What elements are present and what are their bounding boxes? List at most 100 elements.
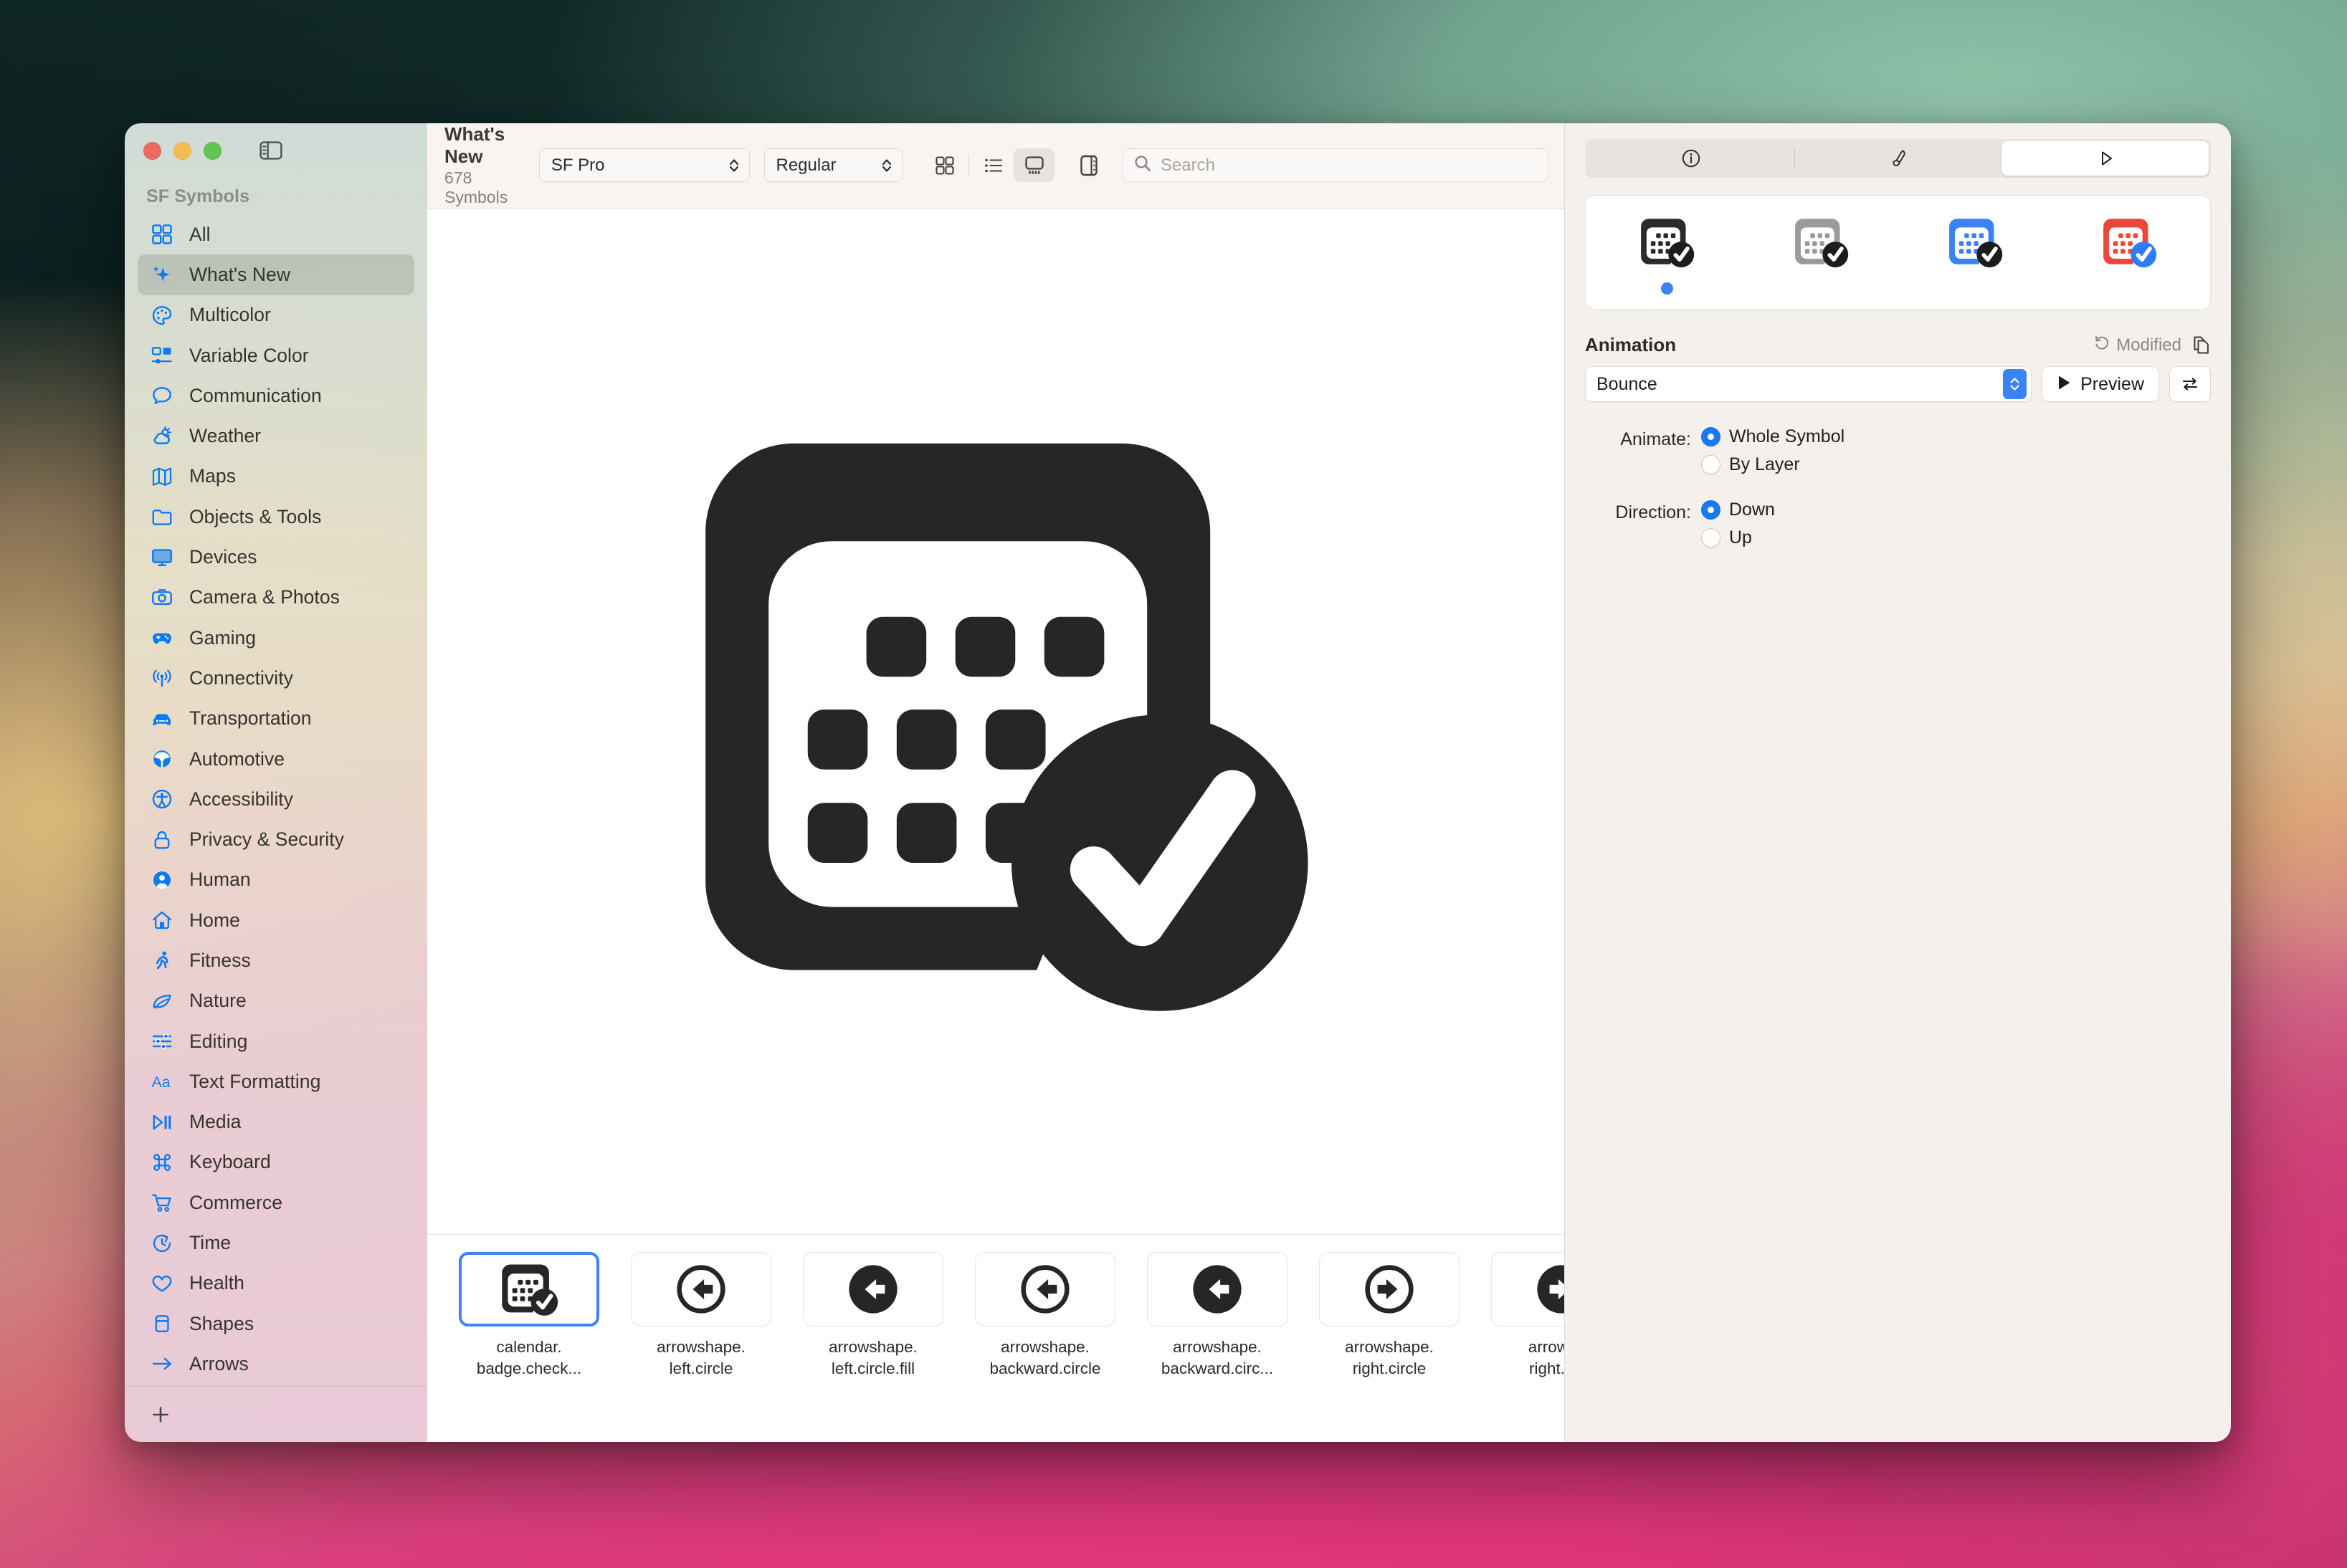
sidebar-item-home[interactable]: Home [138, 900, 414, 940]
sidebar-item-maps[interactable]: Maps [138, 456, 414, 497]
repeat-icon[interactable] [2169, 366, 2211, 402]
arrowshape-right-circle-fill-icon[interactable] [1491, 1252, 1564, 1326]
sidebar-item-camera-photos[interactable]: Camera & Photos [138, 578, 414, 618]
sidebar-item-human[interactable]: Human [138, 860, 414, 900]
copy-icon[interactable] [2191, 335, 2211, 355]
sidebar-item-time[interactable]: Time [138, 1223, 414, 1263]
tab-info[interactable] [1587, 141, 1795, 176]
window-titlebar [125, 123, 427, 178]
tab-annotate[interactable] [1794, 141, 2001, 176]
animation-preset-value: Bounce [1596, 373, 1657, 394]
direction-option[interactable]: Up [1701, 527, 1775, 548]
grid-view-button[interactable] [924, 148, 965, 182]
sidebar-item-weather[interactable]: Weather [138, 416, 414, 456]
arrowshape-backward-circle-icon[interactable] [975, 1252, 1115, 1326]
sidebar-item-label: Transportation [189, 707, 312, 730]
sidebar-item-what-s-new[interactable]: What's New [138, 254, 414, 295]
toolbar-title-block: What's New 678 Symbols [444, 123, 539, 208]
symbol-cell[interactable]: arrowshape. left.circle [615, 1252, 787, 1380]
radio-button[interactable] [1701, 500, 1720, 520]
symbol-browser-strip[interactable]: calendar. badge.check... arrowshape. left… [427, 1234, 1564, 1442]
arrowshape-right-circle-icon[interactable] [1319, 1252, 1460, 1326]
palette-icon [149, 305, 175, 326]
view-mode-segment [924, 148, 1055, 183]
radio-button[interactable] [1701, 455, 1720, 474]
sidebar-item-accessibility[interactable]: Accessibility [138, 779, 414, 819]
main-content: What's New 678 Symbols SF Pro Regular Se… [427, 123, 1564, 1442]
sidebar-item-fitness[interactable]: Fitness [138, 940, 414, 980]
sidebar-item-devices[interactable]: Devices [138, 537, 414, 577]
sf-symbols-window: SF Symbols All What's New Multicolor Variab… [125, 123, 2231, 1442]
animation-preset-select[interactable]: Bounce [1585, 366, 2032, 402]
symbol-cell[interactable]: arrowshape. left.circle.fill [787, 1252, 959, 1380]
animate-label: Animate: [1620, 429, 1691, 449]
arrowshape-left-circle-fill-icon[interactable] [803, 1252, 943, 1326]
search-icon [1133, 154, 1152, 176]
sidebar-item-keyboard[interactable]: Keyboard [138, 1142, 414, 1182]
page-title: What's New [444, 123, 505, 167]
sidebar-item-nature[interactable]: Nature [138, 981, 414, 1021]
search-placeholder: Search [1160, 155, 1215, 175]
symbol-cell[interactable]: calendar. badge.check... [443, 1252, 615, 1380]
animate-option[interactable]: Whole Symbol [1701, 426, 1844, 447]
variant-hierarchical[interactable] [1744, 196, 1898, 309]
sidebar-item-label: Objects & Tools [189, 505, 322, 527]
symbol-cell[interactable]: arrowshape. right.circle [1303, 1252, 1475, 1380]
symbol-cell[interactable]: arrowshape. backward.circle [959, 1252, 1131, 1380]
sidebar-item-gaming[interactable]: Gaming [138, 618, 414, 658]
symbol-name-label: arrowshape. backward.circ... [1161, 1338, 1274, 1377]
calendar-badge-checkmark-icon[interactable] [459, 1252, 599, 1326]
arrowshape-backward-circle-fill-icon[interactable] [1147, 1252, 1287, 1326]
sidebar-item-label: Arrows [189, 1352, 249, 1375]
variable-color-icon [149, 345, 175, 366]
modified-indicator[interactable]: Modified [2093, 334, 2181, 356]
antenna-icon [149, 667, 175, 689]
variant-monochrome[interactable] [1590, 196, 1744, 309]
list-view-button[interactable] [973, 148, 1014, 182]
radio-button[interactable] [1701, 427, 1720, 446]
sidebar-item-text-formatting[interactable]: Aa Text Formatting [138, 1061, 414, 1101]
sidebar-item-commerce[interactable]: Commerce [138, 1182, 414, 1223]
command-icon [149, 1152, 175, 1173]
animate-option[interactable]: By Layer [1701, 454, 1844, 475]
sidebar-item-arrows[interactable]: Arrows [138, 1344, 414, 1384]
close-button[interactable] [143, 141, 161, 160]
sidebar-item-variable-color[interactable]: Variable Color [138, 335, 414, 376]
radio-button[interactable] [1701, 528, 1720, 548]
sidebar-item-shapes[interactable]: Shapes [138, 1304, 414, 1344]
arrowshape-left-circle-icon[interactable] [631, 1252, 771, 1326]
sidebar-item-media[interactable]: Media [138, 1102, 414, 1142]
map-icon [149, 466, 175, 487]
zoom-button[interactable] [204, 141, 222, 160]
sidebar-item-transportation[interactable]: Transportation [138, 699, 414, 739]
accessibility-icon [149, 788, 175, 810]
symbol-cell[interactable]: arrowshape. backward.circ... [1131, 1252, 1303, 1380]
variant-multicolor[interactable] [2052, 196, 2206, 309]
sidebar-item-label: Shapes [189, 1312, 254, 1334]
right-panel-icon[interactable] [1072, 148, 1107, 182]
font-family-select[interactable]: SF Pro [538, 148, 750, 183]
font-weight-select[interactable]: Regular [763, 148, 903, 183]
symbol-cell[interactable]: arrowsha right.circl [1475, 1252, 1564, 1380]
sidebar-item-health[interactable]: Health [138, 1263, 414, 1304]
tab-animate[interactable] [2001, 141, 2209, 176]
minimize-button[interactable] [173, 141, 191, 160]
direction-option[interactable]: Down [1701, 499, 1775, 520]
sidebar-item-privacy-security[interactable]: Privacy & Security [138, 819, 414, 859]
preview-button[interactable]: Preview [2042, 366, 2159, 402]
sidebar-item-communication[interactable]: Communication [138, 376, 414, 416]
sidebar-item-connectivity[interactable]: Connectivity [138, 658, 414, 698]
gallery-view-button[interactable] [1014, 148, 1055, 183]
animation-header: Animation Modified [1585, 334, 2211, 356]
variant-palette[interactable] [1898, 196, 2052, 309]
plus-icon[interactable] [145, 1399, 176, 1430]
font-family-value: SF Pro [551, 155, 605, 175]
sidebar-item-editing[interactable]: Editing [138, 1021, 414, 1061]
search-input[interactable]: Search [1122, 148, 1548, 183]
sidebar-item-all[interactable]: All [138, 214, 414, 254]
sidebar-item-multicolor[interactable]: Multicolor [138, 295, 414, 335]
sidebar-toggle-icon[interactable] [256, 138, 286, 163]
sidebar-item-automotive[interactable]: Automotive [138, 739, 414, 779]
animation-controls-row: Bounce Preview [1585, 366, 2211, 402]
sidebar-item-objects-tools[interactable]: Objects & Tools [138, 497, 414, 537]
